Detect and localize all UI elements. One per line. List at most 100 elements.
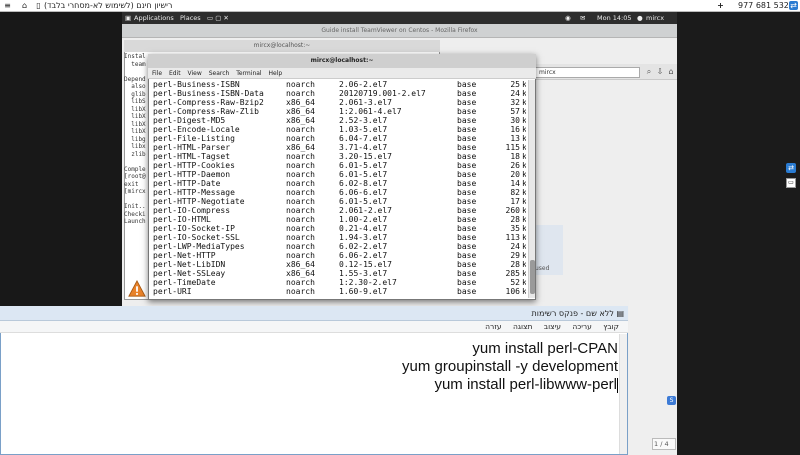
applications-menu[interactable]: Applications: [134, 12, 174, 24]
chat-icon[interactable]: ✉: [580, 12, 585, 24]
scrollbar-thumb[interactable]: [530, 260, 535, 294]
package-name: perl-Net-HTTP: [153, 251, 216, 260]
menu-file[interactable]: קובץ: [603, 322, 619, 331]
package-repo: base: [457, 215, 477, 224]
chat-side-icon[interactable]: ▭: [786, 178, 796, 188]
package-version: 3.71-4.el7: [339, 143, 388, 152]
download-icon[interactable]: ⇩: [655, 67, 665, 77]
terminal-scrollbar[interactable]: [528, 80, 535, 298]
package-row: perl-Encode-Locale noarch 1.03-5.el7 base 16…: [150, 125, 526, 134]
output-line: Init..: [124, 203, 146, 210]
remote-panel: [629, 300, 677, 455]
menu-format[interactable]: עיצוב: [544, 322, 561, 331]
menu-edit[interactable]: עריכה: [572, 322, 591, 331]
package-size: 26: [510, 161, 520, 170]
teamviewer-icon[interactable]: ⇄: [789, 1, 798, 10]
package-size: 28: [510, 260, 520, 269]
terminal-menu-bar: File Edit View Search Terminal Help: [148, 68, 536, 79]
package-version: 6.02-8.el7: [339, 179, 388, 188]
package-row: perl-HTML-Tagset noarch 3.20-15.el7 base 18 k: [150, 152, 526, 161]
package-name: perl-IO-Socket-IP: [153, 224, 235, 233]
package-size: 29: [510, 251, 520, 260]
package-size-unit: k: [522, 215, 526, 224]
package-version: 0.21-4.el7: [339, 224, 388, 233]
package-version: 1.60-9.el7: [339, 287, 388, 296]
home-icon[interactable]: ⌂: [666, 67, 676, 77]
package-size-unit: k: [522, 269, 526, 278]
package-version: 3.20-15.el7: [339, 152, 392, 161]
background-terminal-title: mircx@localhost:~: [124, 40, 440, 52]
package-row: perl-HTML-Parser x86_64 3.71-4.el7 base 115 k: [150, 143, 526, 152]
output-line: libX: [124, 113, 146, 120]
menu-help[interactable]: עזרה: [485, 322, 501, 331]
package-size: 25: [510, 80, 520, 89]
places-menu[interactable]: Places: [180, 12, 201, 24]
package-name: perl-LWP-MediaTypes: [153, 242, 245, 251]
remote-background-right: [677, 12, 800, 455]
teamviewer-side-icon[interactable]: ⇄: [786, 163, 796, 173]
menu-view[interactable]: תצוגה: [513, 322, 532, 331]
package-arch: noarch: [286, 134, 315, 143]
package-name: perl-IO-HTML: [153, 215, 211, 224]
package-version: 20120719.001-2.el7: [339, 89, 426, 98]
menu-icon[interactable]: ≡: [3, 1, 12, 10]
package-version: 2.061-3.el7: [339, 98, 392, 107]
package-arch: x86_64: [286, 143, 315, 152]
package-arch: x86_64: [286, 98, 315, 107]
menu-view[interactable]: View: [188, 70, 202, 77]
user-menu[interactable]: mircx: [646, 12, 664, 24]
plus-icon[interactable]: +: [716, 1, 725, 10]
skype-icon[interactable]: S: [667, 396, 676, 405]
output-line: libX: [124, 120, 146, 128]
package-repo: base: [457, 152, 477, 161]
package-size: 14: [510, 179, 520, 188]
document-icon[interactable]: ▯: [34, 1, 43, 10]
package-name: perl-Net-LibIDN: [153, 260, 226, 269]
user-icon[interactable]: ●: [637, 12, 643, 24]
package-version: 6.04-7.el7: [339, 134, 388, 143]
search-icon[interactable]: ⌕: [644, 67, 654, 77]
notification-icon[interactable]: ◉: [565, 12, 571, 24]
package-name: perl-HTTP-Message: [153, 188, 235, 197]
output-line: also: [124, 83, 146, 90]
window-control-icon[interactable]: ▭ ▢ ✕: [207, 12, 229, 24]
package-arch: noarch: [286, 152, 315, 161]
package-row: perl-File-Listing noarch 6.04-7.el7 base 13 k: [150, 134, 526, 143]
package-arch: noarch: [286, 224, 315, 233]
package-size-unit: k: [522, 107, 526, 116]
notepad-text-area[interactable]: yum install perl-CPAN yum groupinstall -…: [0, 340, 618, 394]
menu-file[interactable]: File: [152, 70, 162, 77]
menu-terminal[interactable]: Terminal: [236, 70, 261, 77]
terminal-output[interactable]: perl-Business-ISBN noarch 2.06-2.el7 base 25…: [150, 80, 526, 298]
notepad-scrollbar[interactable]: [619, 334, 627, 454]
package-version: 6.06-6.el7: [339, 188, 388, 197]
package-arch: noarch: [286, 278, 315, 287]
menu-search[interactable]: Search: [209, 70, 230, 77]
search-input[interactable]: mircx: [535, 67, 640, 78]
package-size-unit: k: [522, 260, 526, 269]
home-icon[interactable]: ⌂: [20, 1, 29, 10]
package-repo: base: [457, 269, 477, 278]
package-version: 2.06-2.el7: [339, 80, 388, 89]
package-arch: noarch: [286, 170, 315, 179]
package-size: 32: [510, 98, 520, 107]
package-size-unit: k: [522, 161, 526, 170]
menu-help[interactable]: Help: [269, 70, 283, 77]
clock[interactable]: Mon 14:05: [597, 12, 632, 24]
package-size-unit: k: [522, 206, 526, 215]
package-repo: base: [457, 125, 477, 134]
package-name: perl-Encode-Locale: [153, 125, 240, 134]
package-name: perl-HTTP-Daemon: [153, 170, 231, 179]
computer-icon[interactable]: ▣: [125, 12, 131, 24]
package-arch: noarch: [286, 188, 315, 197]
package-size-unit: k: [522, 143, 526, 152]
package-row: perl-URI noarch 1.60-9.el7 base 106 k: [150, 287, 526, 296]
package-size: 20: [510, 170, 520, 179]
package-repo: base: [457, 107, 477, 116]
package-repo: base: [457, 233, 477, 242]
menu-edit[interactable]: Edit: [169, 70, 181, 77]
package-arch: noarch: [286, 179, 315, 188]
text-line: yum install perl-CPAN: [472, 340, 618, 357]
